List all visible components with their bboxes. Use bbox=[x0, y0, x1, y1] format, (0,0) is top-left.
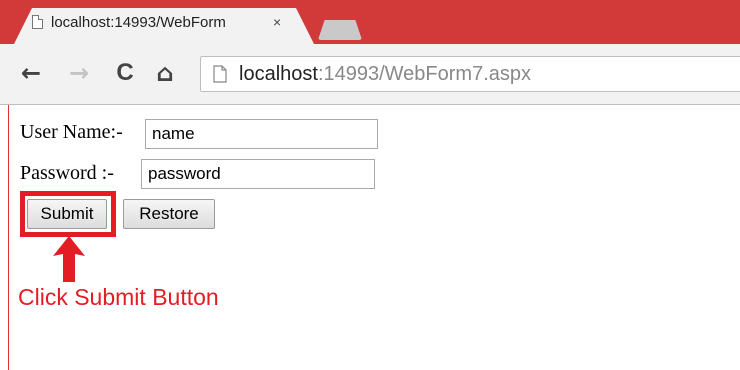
username-input[interactable] bbox=[145, 119, 378, 149]
browser-toolbar: ← → C ⌂ localhost:14993/WebForm7.aspx bbox=[0, 44, 740, 105]
password-label: Password :- bbox=[20, 162, 114, 184]
tab-title: localhost:14993/WebForm bbox=[51, 13, 226, 31]
password-input[interactable] bbox=[141, 159, 375, 189]
reload-icon[interactable]: C bbox=[110, 58, 140, 88]
submit-highlight-box bbox=[20, 191, 116, 237]
window-edge bbox=[8, 105, 9, 370]
new-tab-button[interactable] bbox=[318, 20, 362, 40]
address-bar[interactable]: localhost:14993/WebForm7.aspx bbox=[200, 56, 740, 92]
browser-tab-content[interactable]: localhost:14993/WebForm × bbox=[32, 10, 302, 34]
url-text: localhost:14993/WebForm7.aspx bbox=[239, 63, 531, 86]
forward-arrow-icon[interactable]: → bbox=[64, 58, 94, 88]
back-arrow-icon[interactable]: ← bbox=[16, 58, 46, 88]
url-path: :14993/WebForm7.aspx bbox=[317, 62, 532, 85]
page-icon bbox=[32, 15, 43, 29]
tab-close-icon[interactable]: × bbox=[273, 14, 281, 30]
username-label: User Name:- bbox=[20, 121, 123, 143]
annotation-text: Click Submit Button bbox=[18, 284, 219, 310]
tab-strip: localhost:14993/WebForm × bbox=[0, 0, 740, 44]
home-icon[interactable]: ⌂ bbox=[150, 58, 180, 88]
page-icon bbox=[213, 65, 227, 83]
up-arrow-icon bbox=[53, 236, 85, 282]
restore-button[interactable]: Restore bbox=[123, 199, 215, 229]
url-host: localhost bbox=[239, 62, 318, 85]
